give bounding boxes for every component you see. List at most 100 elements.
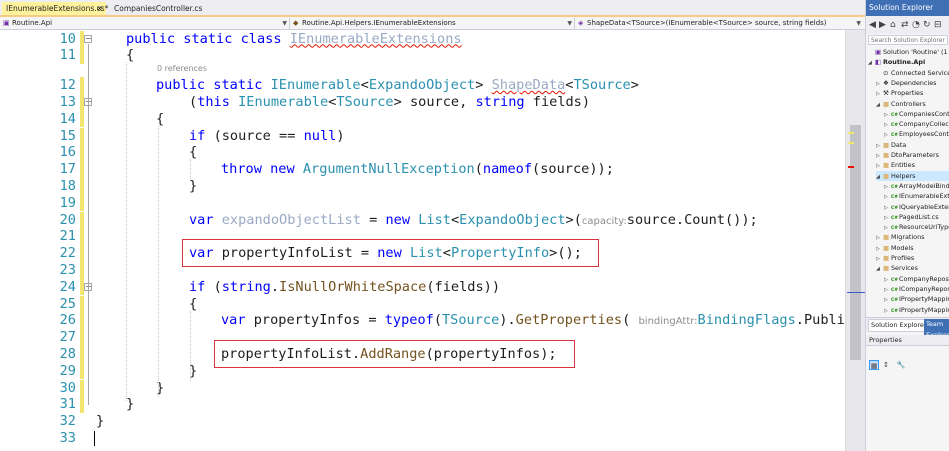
- code-token: <: [450, 211, 460, 228]
- code-line[interactable]: 33: [0, 430, 845, 447]
- code-token: new: [270, 161, 303, 178]
- tree-item[interactable]: ▷ ■ Profiles: [876, 253, 949, 263]
- tree-item[interactable]: ▷C#ArrayModelBinder.cs: [884, 181, 949, 191]
- properties-panel: ▦ ↕ 🔧: [866, 346, 949, 451]
- code-line[interactable]: 10− public static class IEnumerableExtens…: [0, 30, 845, 48]
- tree-item[interactable]: ▷ ⚒ Properties: [876, 88, 949, 98]
- code-token: }: [189, 177, 198, 194]
- tab-solution-explorer[interactable]: Solution Explorer: [868, 319, 930, 332]
- tree-item[interactable]: ▷ ❖ Dependencies: [876, 78, 949, 88]
- change-indicator: [80, 144, 84, 162]
- folder-icon: ■: [883, 243, 890, 252]
- tree-item[interactable]: ◢ ■ Services: [876, 263, 949, 273]
- tree-item[interactable]: ◢ ■ Helpers: [876, 170, 949, 182]
- tree-item[interactable]: ▷C#IQueryableExtensions.cs: [884, 202, 949, 212]
- tree-item[interactable]: ▷C#ICompanyRepository.cs: [884, 284, 949, 294]
- indent-guide: [190, 159, 191, 179]
- collapsed-arrow-icon[interactable]: ▷: [884, 306, 891, 316]
- tree-item[interactable]: ▷ ■ Data: [876, 140, 949, 150]
- connected-icon: ⊙: [883, 68, 889, 77]
- tree-item[interactable]: ▷C#CompanyCollectionsController.cs: [884, 119, 949, 129]
- code-token: ExpandoObject: [459, 211, 566, 228]
- expanded-arrow-icon[interactable]: ◢: [876, 100, 883, 110]
- pending-changes-icon[interactable]: ◔: [912, 20, 920, 30]
- tree-item[interactable]: ▷C#IEnumerableExtensions.cs: [884, 191, 949, 201]
- change-marker: [848, 132, 854, 134]
- alphabetical-icon[interactable]: ↕: [881, 360, 891, 370]
- tree-item-label: Entities: [891, 161, 915, 170]
- code-token: <: [360, 77, 369, 94]
- expanded-arrow-icon[interactable]: ◢: [876, 264, 883, 274]
- member-dropdown[interactable]: ◈ ShapeData<TSource>(IEnumerable<TSource…: [577, 18, 863, 29]
- code-token: (: [433, 312, 442, 329]
- tab-companies-controller[interactable]: CompaniesController.cs: [110, 2, 220, 15]
- forward-icon[interactable]: ▶: [879, 20, 886, 30]
- tree-item[interactable]: ▷ ■ Models: [876, 243, 949, 253]
- tree-item[interactable]: ▷C#CompaniesController.cs: [884, 109, 949, 119]
- code-token: public: [156, 77, 214, 94]
- change-indicator: [80, 245, 84, 262]
- code-token: if: [189, 278, 214, 295]
- change-indicator: [80, 295, 84, 313]
- sync-icon[interactable]: ⇄: [901, 20, 909, 30]
- code-token: {: [189, 295, 198, 312]
- code-token: class: [240, 30, 290, 47]
- code-line[interactable]: 32}: [0, 413, 845, 430]
- collapse-toggle-icon[interactable]: −: [84, 34, 92, 43]
- tree-item[interactable]: ◢ ◧ Routine.Api: [868, 57, 949, 67]
- code-token: nameof: [482, 161, 533, 178]
- tree-item[interactable]: ▷C#CompanyRepository.cs: [884, 274, 949, 284]
- codelens-references[interactable]: 0 references: [157, 64, 207, 73]
- project-dropdown[interactable]: ▣ Routine.Api ▼: [2, 18, 290, 29]
- tree-item-label: ArrayModelBinder.cs: [899, 181, 949, 190]
- tree-item[interactable]: ▷ ■ Entities: [876, 160, 949, 170]
- caret-marker: [847, 292, 865, 293]
- code-token: {: [156, 110, 165, 127]
- code-editor[interactable]: 0 references 10− public static class IEnu…: [0, 30, 845, 451]
- wrench-icon: ⚒: [883, 89, 889, 98]
- tree-item[interactable]: ◢ ■ Controllers: [876, 99, 949, 109]
- chevron-down-icon: ▼: [567, 20, 572, 27]
- categorized-icon[interactable]: ▦: [869, 360, 879, 370]
- tree-item-label: Routine.Api: [883, 58, 926, 67]
- tree-item[interactable]: ▷C#IPropertyMappingService.cs: [884, 294, 949, 304]
- collapse-icon[interactable]: ⊟: [934, 20, 942, 30]
- tree-item[interactable]: ▷ ■ Migrations: [876, 232, 949, 242]
- change-indicator: [80, 177, 84, 195]
- tree-item[interactable]: ▷ ■ DtoParameters: [876, 150, 949, 160]
- tree-item[interactable]: ⊙ Connected Services: [876, 68, 949, 78]
- home-icon[interactable]: ⌂: [890, 20, 896, 30]
- tree-item-label: ICompanyRepository.cs: [899, 284, 949, 293]
- editor-vertical-scrollbar[interactable]: [845, 30, 865, 451]
- code-token: ArgumentNullException: [302, 161, 475, 178]
- close-icon[interactable]: ×: [96, 2, 103, 15]
- code-token: new: [385, 211, 419, 228]
- project-icon: ◧: [875, 58, 882, 67]
- tree-item[interactable]: ▣Solution 'Routine' (1 of 1 project): [868, 47, 949, 57]
- wrench-icon[interactable]: 🔧: [896, 360, 906, 370]
- line-number: 31: [59, 396, 76, 413]
- expanded-arrow-icon[interactable]: ◢: [868, 58, 875, 68]
- tree-item[interactable]: ▷ C#PagedList.cs: [884, 212, 949, 222]
- tree-item[interactable]: ▷C#ResourceUriType.cs: [884, 222, 949, 232]
- tree-item[interactable]: ▷C#EmployeesController.cs: [884, 129, 949, 139]
- refresh-icon[interactable]: ↻: [923, 20, 931, 30]
- scrollbar-thumb[interactable]: [850, 125, 861, 360]
- tree-item-label: Services: [891, 264, 918, 273]
- back-icon[interactable]: ◀: [869, 20, 876, 30]
- code-token: ShapeData: [491, 77, 566, 94]
- folder-icon: ■: [883, 264, 890, 273]
- tree-item[interactable]: ▷C#IPropertyMapping.cs: [884, 305, 949, 315]
- line-number: 12: [59, 77, 76, 94]
- panel-tab-strip: Solution Explorer Team Explorer: [866, 317, 949, 341]
- tab-ienumerable-extensions[interactable]: IEnumerableExtensions.cs* ×: [2, 2, 108, 15]
- expanded-arrow-icon[interactable]: ◢: [876, 172, 883, 182]
- code-token: IEnumerable: [270, 77, 361, 94]
- solution-search-input[interactable]: Search Solution Explorer (Ctrl+;): [868, 35, 948, 45]
- code-text: public static class IEnumerableExtension…: [126, 31, 462, 48]
- line-number: 21: [59, 228, 76, 245]
- method-icon: ◈: [578, 19, 584, 27]
- code-token: null: [303, 127, 337, 144]
- type-dropdown[interactable]: ◆ Routine.Api.Helpers.IEnumerableExtensi…: [292, 18, 575, 29]
- tab-label: CompaniesController.cs: [114, 4, 203, 13]
